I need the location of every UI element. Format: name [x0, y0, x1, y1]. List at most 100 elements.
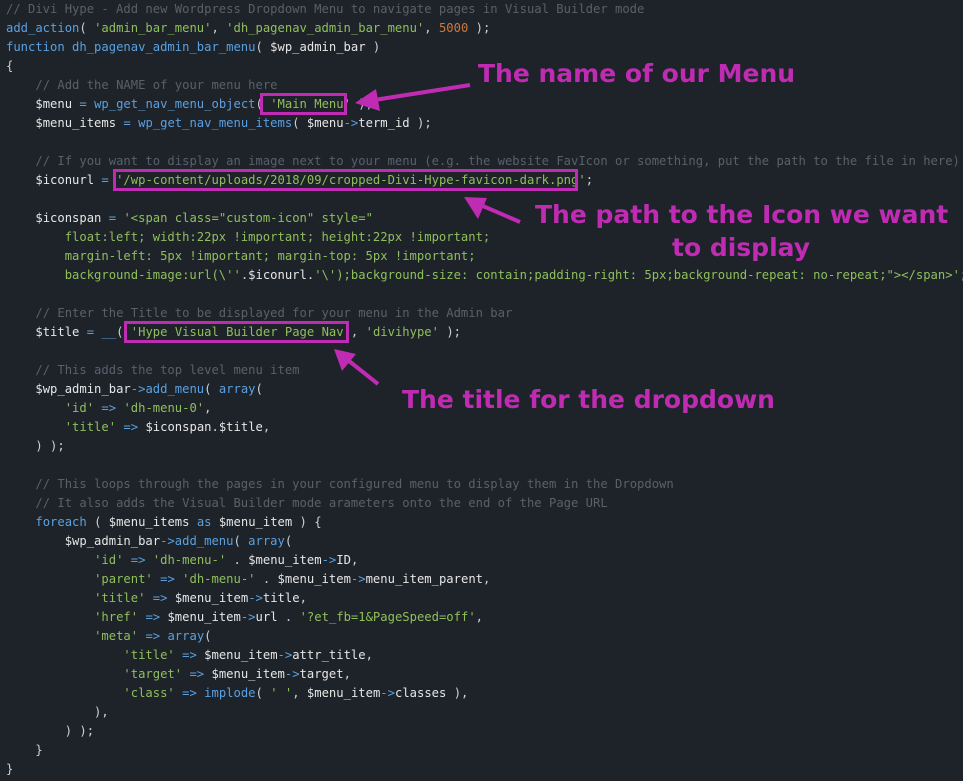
code-token: array	[167, 629, 205, 643]
annotation-dropdown-title: The title for the dropdown	[402, 385, 775, 414]
code-line: 'title' => $menu_item->attr_title,	[6, 646, 373, 665]
annotation-icon-path-line1: The path to the Icon we want	[535, 200, 949, 229]
code-token: $menu	[35, 97, 73, 111]
code-token: $wp_admin_bar	[64, 534, 161, 548]
code-token: (	[255, 686, 271, 700]
code-line: // This loops through the pages in your …	[6, 475, 673, 494]
code-token: ->	[350, 572, 366, 586]
code-token: array	[248, 534, 285, 548]
code-token: 5000	[438, 21, 469, 35]
code-token: ,	[262, 420, 271, 434]
code-token: );	[438, 325, 461, 339]
code-line: 'title' => $iconspan.$title,	[6, 418, 271, 437]
code-token: ,	[365, 648, 373, 662]
code-token: ,	[211, 21, 227, 35]
code-token: $menu_item	[204, 648, 278, 662]
code-token: =	[79, 97, 87, 111]
code-token: ->	[130, 382, 146, 396]
code-line: 'meta' => array(	[6, 627, 212, 646]
code-token: title	[262, 591, 300, 605]
code-token: ->	[160, 534, 175, 548]
code-token: {	[6, 59, 14, 73]
code-line: ) );	[6, 437, 65, 456]
code-token: term_id	[358, 116, 410, 130]
code-token: ) );	[6, 439, 65, 453]
code-token: function	[6, 40, 65, 54]
code-token: wp_get_nav_menu_items	[138, 116, 293, 130]
code-token: =>	[160, 572, 175, 586]
code-token: =>	[130, 553, 146, 567]
code-token: 'divihype'	[365, 325, 439, 339]
code-token: =>	[101, 401, 117, 415]
code-token: ->	[321, 553, 337, 567]
code-line: add_action( 'admin_bar_menu', 'dh_pagena…	[6, 19, 490, 38]
code-line: // This adds the top level menu item	[6, 361, 299, 380]
code-token: $menu_items	[108, 515, 190, 529]
code-token: (	[233, 534, 249, 548]
code-token: .	[211, 420, 219, 434]
code-token: (	[284, 534, 293, 548]
code-token: ,	[475, 610, 484, 624]
code-token: // Divi Hype - Add new Wordpress Dropdow…	[6, 2, 645, 16]
code-token: =>	[145, 629, 161, 643]
code-token: '<span class="custom-icon" style="	[123, 211, 373, 225]
code-token: ,	[483, 572, 491, 586]
code-token: // Enter the Title to be displayed for y…	[35, 306, 513, 320]
code-token: =>	[182, 648, 197, 662]
code-token: ' '	[270, 686, 293, 700]
code-token: $iconurl	[35, 173, 95, 187]
code-token: ->	[248, 591, 263, 605]
code-token: );	[350, 97, 373, 111]
code-line: }	[6, 760, 13, 779]
code-token: dh_pagenav_admin_bar_menu	[72, 40, 256, 54]
code-token: =	[86, 325, 95, 339]
code-token: $menu_items	[35, 116, 117, 130]
code-token: (	[255, 40, 271, 54]
code-token: .	[277, 610, 300, 624]
code-token: add_action	[6, 21, 80, 35]
code-token: ,	[204, 401, 212, 415]
code-token: url	[255, 610, 278, 624]
code-line: 'class' => implode( ' ', $menu_item->cla…	[6, 684, 468, 703]
code-token: $menu	[306, 116, 344, 130]
code-token: __	[101, 325, 117, 339]
highlight-icon-path	[113, 169, 578, 191]
code-token: =	[101, 173, 109, 187]
highlight-menu-name	[260, 93, 347, 115]
code-token: // It also adds the Visual Builder mode …	[35, 496, 608, 510]
code-line: 'id' => 'dh-menu-0',	[6, 399, 212, 418]
code-line: ) );	[6, 722, 94, 741]
code-token: ,	[343, 667, 351, 681]
code-token: 'title'	[94, 591, 146, 605]
code-token: (	[292, 116, 307, 130]
code-token: (	[204, 629, 212, 643]
code-token: $menu_item	[167, 610, 241, 624]
code-line: 'title' => $menu_item->title,	[6, 589, 307, 608]
code-token: $menu_item	[174, 591, 249, 605]
code-token: );	[409, 116, 432, 130]
code-line: margin-left: 5px !important; margin-top:…	[6, 247, 476, 266]
code-token: ->	[380, 686, 395, 700]
code-token: ,	[292, 686, 307, 700]
code-token: ->	[240, 610, 256, 624]
code-token: $menu_item	[248, 553, 322, 567]
